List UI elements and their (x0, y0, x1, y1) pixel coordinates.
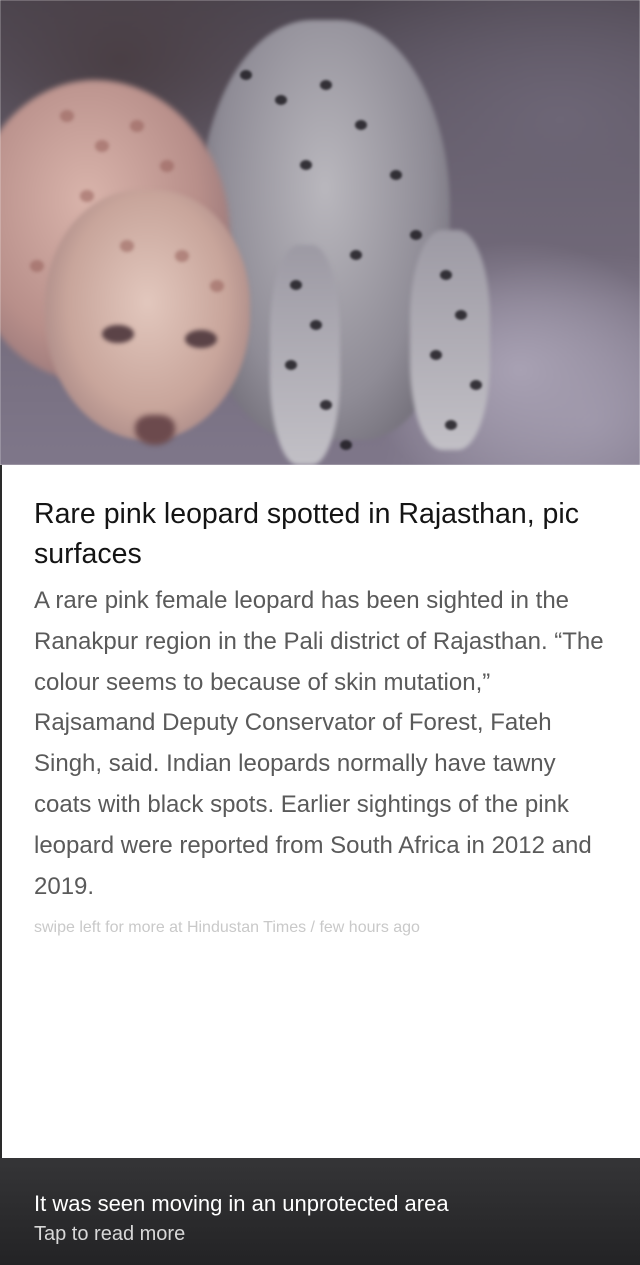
article-source-line[interactable]: swipe left for more at Hindustan Times /… (34, 917, 614, 939)
leopard-spot (340, 440, 352, 450)
read-more-banner[interactable]: It was seen moving in an unprotected are… (0, 1158, 640, 1265)
leopard-spot (430, 350, 442, 360)
leopard-spot (300, 160, 312, 170)
article-card[interactable]: Rare pink leopard spotted in Rajasthan, … (0, 465, 640, 1160)
leopard-spot (310, 320, 322, 330)
pink-leopard-spot (130, 120, 144, 132)
article-body: A rare pink female leopard has been sigh… (34, 587, 604, 900)
hero-image[interactable] (0, 0, 640, 465)
leopard-spot (390, 170, 402, 180)
pink-leopard-spot (175, 250, 189, 262)
pink-leopard-spot (210, 280, 224, 292)
grey-leopard-leg (270, 245, 340, 465)
leopard-spot (355, 120, 367, 130)
pink-leopard-spot (160, 160, 174, 172)
pink-leopard-head (45, 190, 250, 440)
leopard-spot (285, 360, 297, 370)
leopard-spot (320, 400, 332, 410)
banner-title: It was seen moving in an unprotected are… (34, 1191, 449, 1216)
pink-leopard-spot (80, 190, 94, 202)
article-headline[interactable]: Rare pink leopard spotted in Rajasthan, … (34, 494, 604, 574)
leopard-spot (240, 70, 252, 80)
pink-leopard-spot (95, 140, 109, 152)
grey-leopard-leg (410, 230, 490, 450)
tap-to-read-more-link[interactable]: Tap to read more (34, 1221, 185, 1247)
leopard-spot (445, 420, 457, 430)
leopard-spot (410, 230, 422, 240)
pink-leopard-eye (185, 330, 217, 348)
leopard-spot (470, 380, 482, 390)
pink-leopard-spot (30, 260, 44, 272)
pink-leopard-spot (60, 110, 74, 122)
pink-leopard-nose (135, 415, 175, 445)
pink-leopard-spot (120, 240, 134, 252)
leopard-spot (350, 250, 362, 260)
leopard-spot (290, 280, 302, 290)
leopard-spot (275, 95, 287, 105)
card-edge-divider (0, 465, 2, 1158)
news-card-page: Rare pink leopard spotted in Rajasthan, … (0, 0, 640, 1265)
pink-leopard-eye (102, 325, 134, 343)
leopard-spot (455, 310, 467, 320)
leopard-spot (320, 80, 332, 90)
leopard-spot (440, 270, 452, 280)
